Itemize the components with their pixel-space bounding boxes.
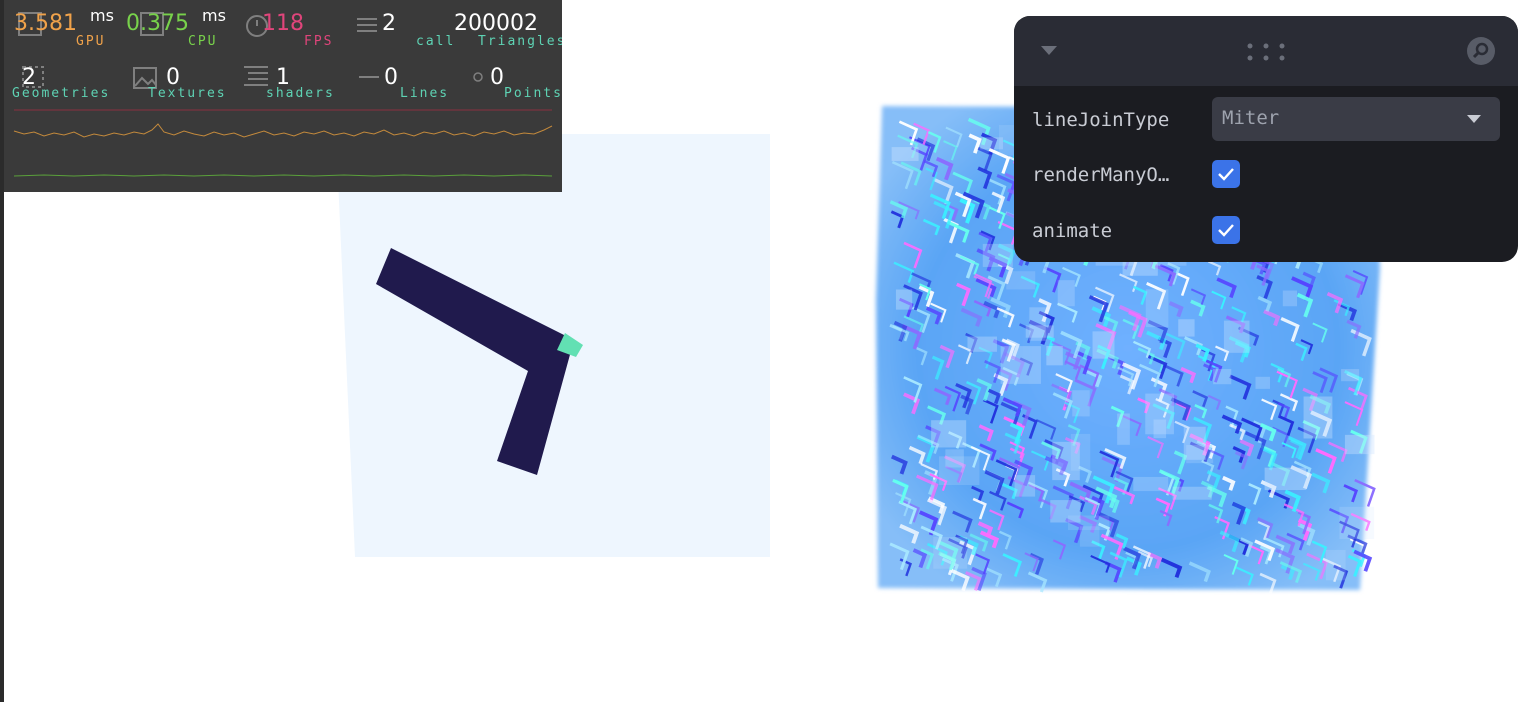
plane-tile [1014,475,1036,497]
plane-tile [1303,396,1333,439]
plane-tile [1070,433,1091,471]
control-label: animate [1032,220,1113,242]
cpu-graph [13,174,553,177]
plane-tile [1092,331,1115,359]
select-value: Miter [1222,107,1280,129]
plane-tile [1046,346,1063,366]
cpu-label: CPU [188,34,218,49]
animate-checkbox[interactable] [1212,216,1240,244]
geometries-label: Geometries [12,86,111,101]
plane-tile [891,147,919,161]
gui-panel: lineJoinType Miter renderManyO… animate [1014,16,1518,262]
control-rendermanyobjects: renderManyO… [1014,160,1518,208]
plane-tile [1079,526,1100,547]
lines-label: Lines [400,86,450,101]
plane-tile [1117,413,1130,445]
plane-tile [1057,280,1075,307]
control-label: renderManyO… [1032,164,1170,186]
cpu-unit: ms [202,6,226,25]
lines-value: 0 [384,65,398,90]
plane-tile [1145,289,1169,328]
plane-tile [967,336,997,352]
plane-tile [895,289,913,310]
plane-tile [1339,506,1375,539]
plane-tile [1006,271,1036,290]
rendermany-checkbox[interactable] [1212,160,1240,188]
plane-tile [1153,419,1167,439]
calls-icon [357,18,377,32]
points-value: 0 [490,65,504,90]
plane-tile [1072,390,1090,417]
cpu-value: 0.375 [126,11,189,36]
plane-tile [982,243,1013,267]
points-label: Points [504,86,562,101]
plane-tile [1325,549,1346,581]
plane-tile [931,420,967,448]
checkmark-icon [1218,168,1234,181]
plane-tile [1264,467,1307,491]
triangles-label: Triangles [478,34,562,49]
plane-tile [1025,325,1054,338]
plane-tile [1172,486,1212,500]
plane-tile [1183,426,1206,460]
performance-graphs [13,109,553,177]
stats-panel: 3.581 ms GPU 0.375 ms CPU 118 FPS 2 call… [4,0,562,192]
gui-header [1014,16,1518,86]
plane-tile [933,537,968,569]
gpu-unit: ms [90,6,114,25]
calls-label: call [416,34,456,49]
control-linejointype: lineJoinType Miter [1014,97,1518,145]
fps-label: FPS [304,34,334,49]
gpu-graph [13,123,553,138]
control-label: lineJoinType [1032,109,1170,131]
plane-tile [1178,319,1195,337]
gpu-value: 3.581 [14,11,77,36]
linejointype-select[interactable]: Miter [1212,97,1500,141]
control-animate: animate [1014,216,1518,262]
plane-tile [945,449,964,468]
plane-tile [1133,476,1169,492]
checkmark-icon [1218,224,1234,237]
plane-tile [1344,434,1375,455]
shaders-label: shaders [266,86,335,101]
drag-handle-icon[interactable] [1246,42,1286,62]
plane-tile [1223,320,1250,353]
line-icon [359,76,379,78]
calls-value: 2 [382,11,396,36]
textures-label: Textures [148,86,227,101]
search-icon[interactable] [1466,36,1496,66]
plane-tile [1282,290,1297,307]
gpu-label: GPU [76,34,106,49]
chevron-down-icon [1467,115,1481,123]
plane-tile [1050,500,1081,523]
plane-tile [1213,369,1232,385]
fps-value: 118 [262,11,304,36]
triangles-value: 200002 [454,11,538,36]
plane-tile [1341,369,1360,382]
plane-tile [1000,346,1041,384]
plane-tile [1255,376,1271,389]
point-icon [473,72,483,82]
caret-down-icon[interactable] [1040,44,1058,56]
